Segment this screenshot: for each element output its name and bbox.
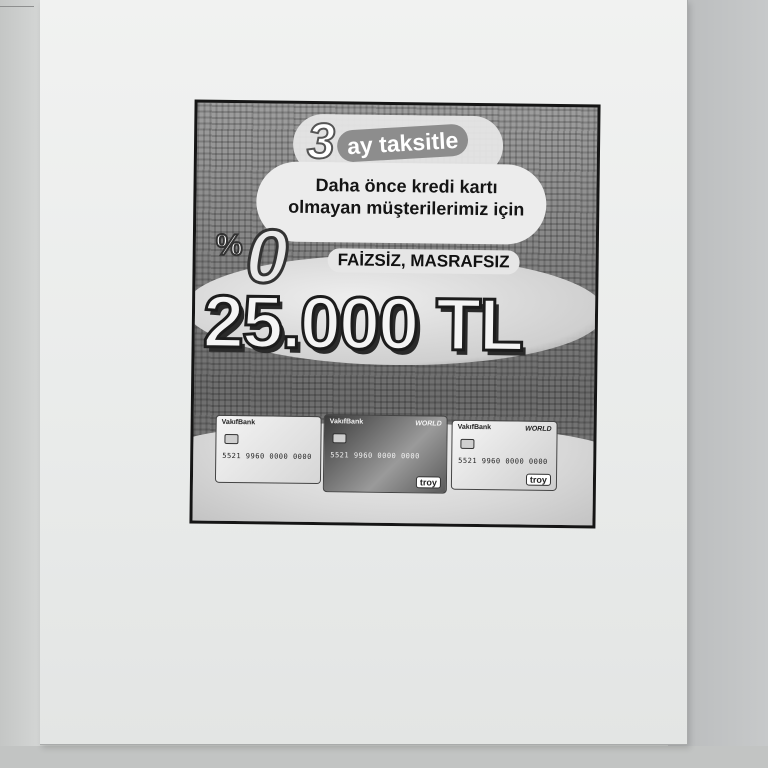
card-number: 5521 9960 0000 0000 xyxy=(458,456,548,466)
headline-line-2: olmayan müşterilerimiz için xyxy=(288,196,525,220)
card-chip-icon xyxy=(332,433,347,444)
credit-card-1: VakıfBank 5521 9960 0000 0000 xyxy=(214,414,322,485)
card-chip-icon xyxy=(224,433,239,445)
left-strip-tick xyxy=(0,6,34,14)
card-number: 5521 9960 0000 0000 xyxy=(330,451,420,461)
card-chip-icon xyxy=(460,438,475,449)
troy-logo: troy xyxy=(525,473,552,486)
card-network-label: WORLD xyxy=(525,425,552,433)
troy-logo: troy xyxy=(415,476,442,489)
newspaper-ad: 3 ay taksitle Daha önce kredi kartı olma… xyxy=(189,99,601,529)
screen-left-strip xyxy=(0,0,40,768)
percent-sign: % xyxy=(215,228,244,263)
document-page: 3 ay taksitle Daha önce kredi kartı olma… xyxy=(40,0,688,745)
ad-headline: Daha önce kredi kartı olmayan müşteriler… xyxy=(276,174,537,221)
credit-card-2: VakıfBank WORLD 5521 9960 0000 0000 troy xyxy=(322,414,448,494)
card-bank-name: VakıfBank xyxy=(221,418,256,427)
credit-amount: 25.000 TL xyxy=(201,278,524,368)
card-bank-name: VakıfBank xyxy=(329,418,364,426)
credit-card-3: VakıfBank WORLD 5521 9960 0000 0000 troy xyxy=(450,419,558,491)
installment-number: 3 xyxy=(306,112,336,170)
screen-bottom-band xyxy=(0,746,768,768)
card-bank-name: VakıfBank xyxy=(457,423,492,432)
fee-free-label: FAİZSİZ, MASRAFSIZ xyxy=(327,248,520,275)
card-network-label: WORLD xyxy=(415,420,442,428)
headline-line-1: Daha önce kredi kartı xyxy=(315,175,498,198)
card-number: 5521 9960 0000 0000 xyxy=(222,451,312,461)
